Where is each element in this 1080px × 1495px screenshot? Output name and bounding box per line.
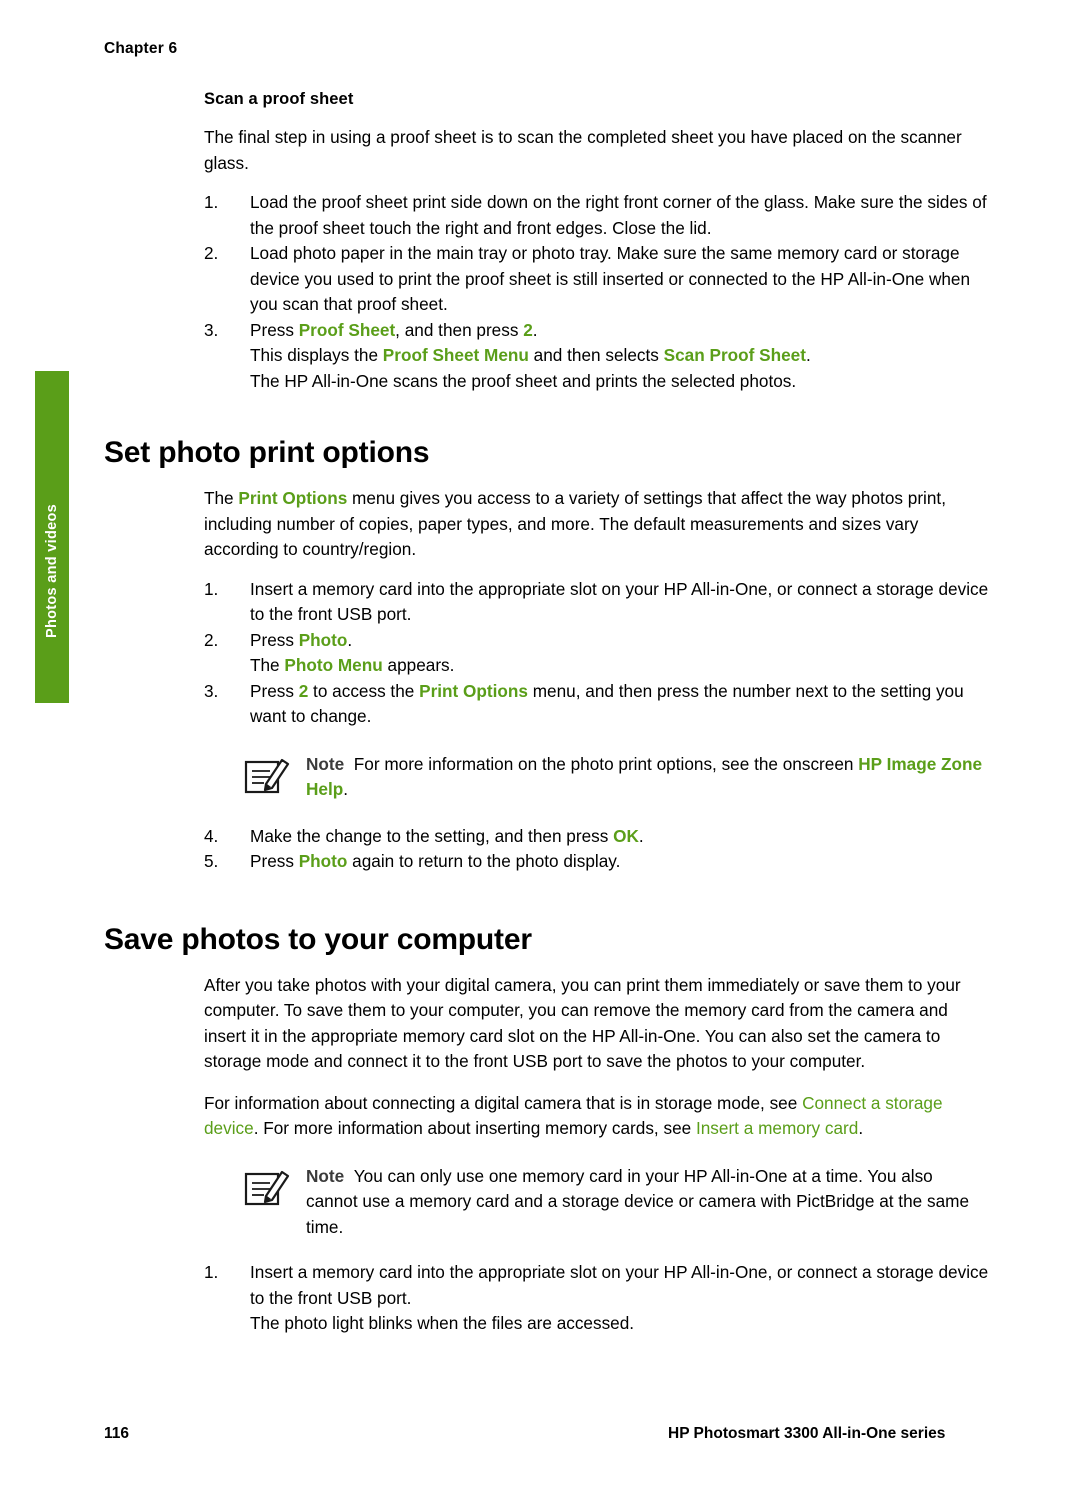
footer-product-title: HP Photosmart 3300 All-in-One series [668, 1425, 946, 1442]
note-label: Note [306, 753, 345, 774]
list-item: 2. Press Photo. The Photo Menu appears. [104, 628, 994, 679]
step-text: Press Proof Sheet, and then press 2. [250, 319, 538, 340]
step-subtext: The HP All-in-One scans the proof sheet … [250, 370, 797, 391]
footer-page-number: 116 [104, 1425, 130, 1442]
list-item: 1. Insert a memory card into the appropr… [104, 1260, 994, 1337]
step-number: 4. [204, 825, 219, 846]
note-pencil-icon [244, 1166, 290, 1208]
step-number: 2. [204, 629, 219, 650]
step-number: 2. [204, 243, 219, 263]
step-text: Make the change to the setting, and then… [250, 825, 644, 846]
note-pencil-icon [244, 754, 290, 796]
step-text: Press Photo again to return to the photo… [250, 851, 621, 871]
step-text: Insert a memory card into the appropriat… [250, 1262, 989, 1308]
list-item: 2. Load photo paper in the main tray or … [104, 241, 994, 318]
list-item: 3. Press 2 to access the Print Options m… [104, 679, 994, 730]
step-text: Press Photo. [250, 629, 353, 650]
note-text: Note You can only use one memory card in… [306, 1164, 984, 1241]
step-text: Load the proof sheet print side down on … [250, 192, 987, 238]
note-label: Note [306, 1165, 345, 1186]
note-box: Note For more information on the photo p… [244, 752, 984, 806]
document-content: Scan a proof sheet The final step in usi… [104, 84, 994, 1337]
chapter-label: Chapter 6 [104, 40, 178, 57]
step-text: Load photo paper in the main tray or pho… [250, 243, 971, 314]
list-item: 1. Insert a memory card into the appropr… [104, 577, 994, 628]
step-number: 1. [204, 1262, 219, 1282]
step-subtext: The Photo Menu appears. [250, 655, 455, 675]
step-number: 1. [204, 578, 219, 599]
step-number: 3. [204, 319, 219, 340]
set-photo-print-options-intro: The Print Options menu gives you access … [204, 488, 946, 559]
list-item: 3. Press Proof Sheet, and then press 2. … [104, 318, 994, 395]
list-item: 1. Load the proof sheet print side down … [104, 190, 994, 241]
note-box: Note You can only use one memory card in… [244, 1164, 984, 1241]
page-title-save-photos: Save photos to your computer [104, 922, 532, 956]
document-page: Chapter 6 Photos and videos Scan a proof… [0, 0, 1080, 1495]
note-body: You can only use one memory card in your… [306, 1165, 970, 1237]
page-title-set-photo-print-options: Set photo print options [104, 436, 430, 469]
scan-proof-sheet-steps: 1. Load the proof sheet print side down … [104, 190, 994, 394]
step-number: 5. [204, 851, 219, 871]
step-number: 3. [204, 680, 219, 701]
set-photo-print-options-steps-cont: 4. Make the change to the setting, and t… [104, 824, 994, 875]
scan-proof-sheet-intro: The final step in using a proof sheet is… [204, 127, 962, 173]
list-item: 5. Press Photo again to return to the ph… [104, 849, 994, 875]
step-subtext: The photo light blinks when the files ar… [250, 1313, 635, 1333]
save-photos-steps: 1. Insert a memory card into the appropr… [104, 1260, 994, 1337]
scan-proof-sheet-subhead: Scan a proof sheet [204, 90, 354, 108]
save-photos-para1: After you take photos with your digital … [204, 974, 961, 1072]
save-photos-para2: For information about connecting a digit… [204, 1092, 943, 1139]
step-text: Press 2 to access the Print Options menu… [250, 680, 964, 727]
step-number: 1. [204, 192, 219, 212]
set-photo-print-options-steps: 1. Insert a memory card into the appropr… [104, 577, 994, 730]
note-text: Note For more information on the photo p… [306, 752, 984, 803]
side-tab-label: Photos and videos [44, 504, 60, 639]
step-text: Insert a memory card into the appropriat… [250, 578, 989, 625]
note-body: For more information on the photo print … [306, 753, 983, 800]
list-item: 4. Make the change to the setting, and t… [104, 824, 994, 850]
step-subtext: This displays the Proof Sheet Menu and t… [250, 345, 811, 365]
